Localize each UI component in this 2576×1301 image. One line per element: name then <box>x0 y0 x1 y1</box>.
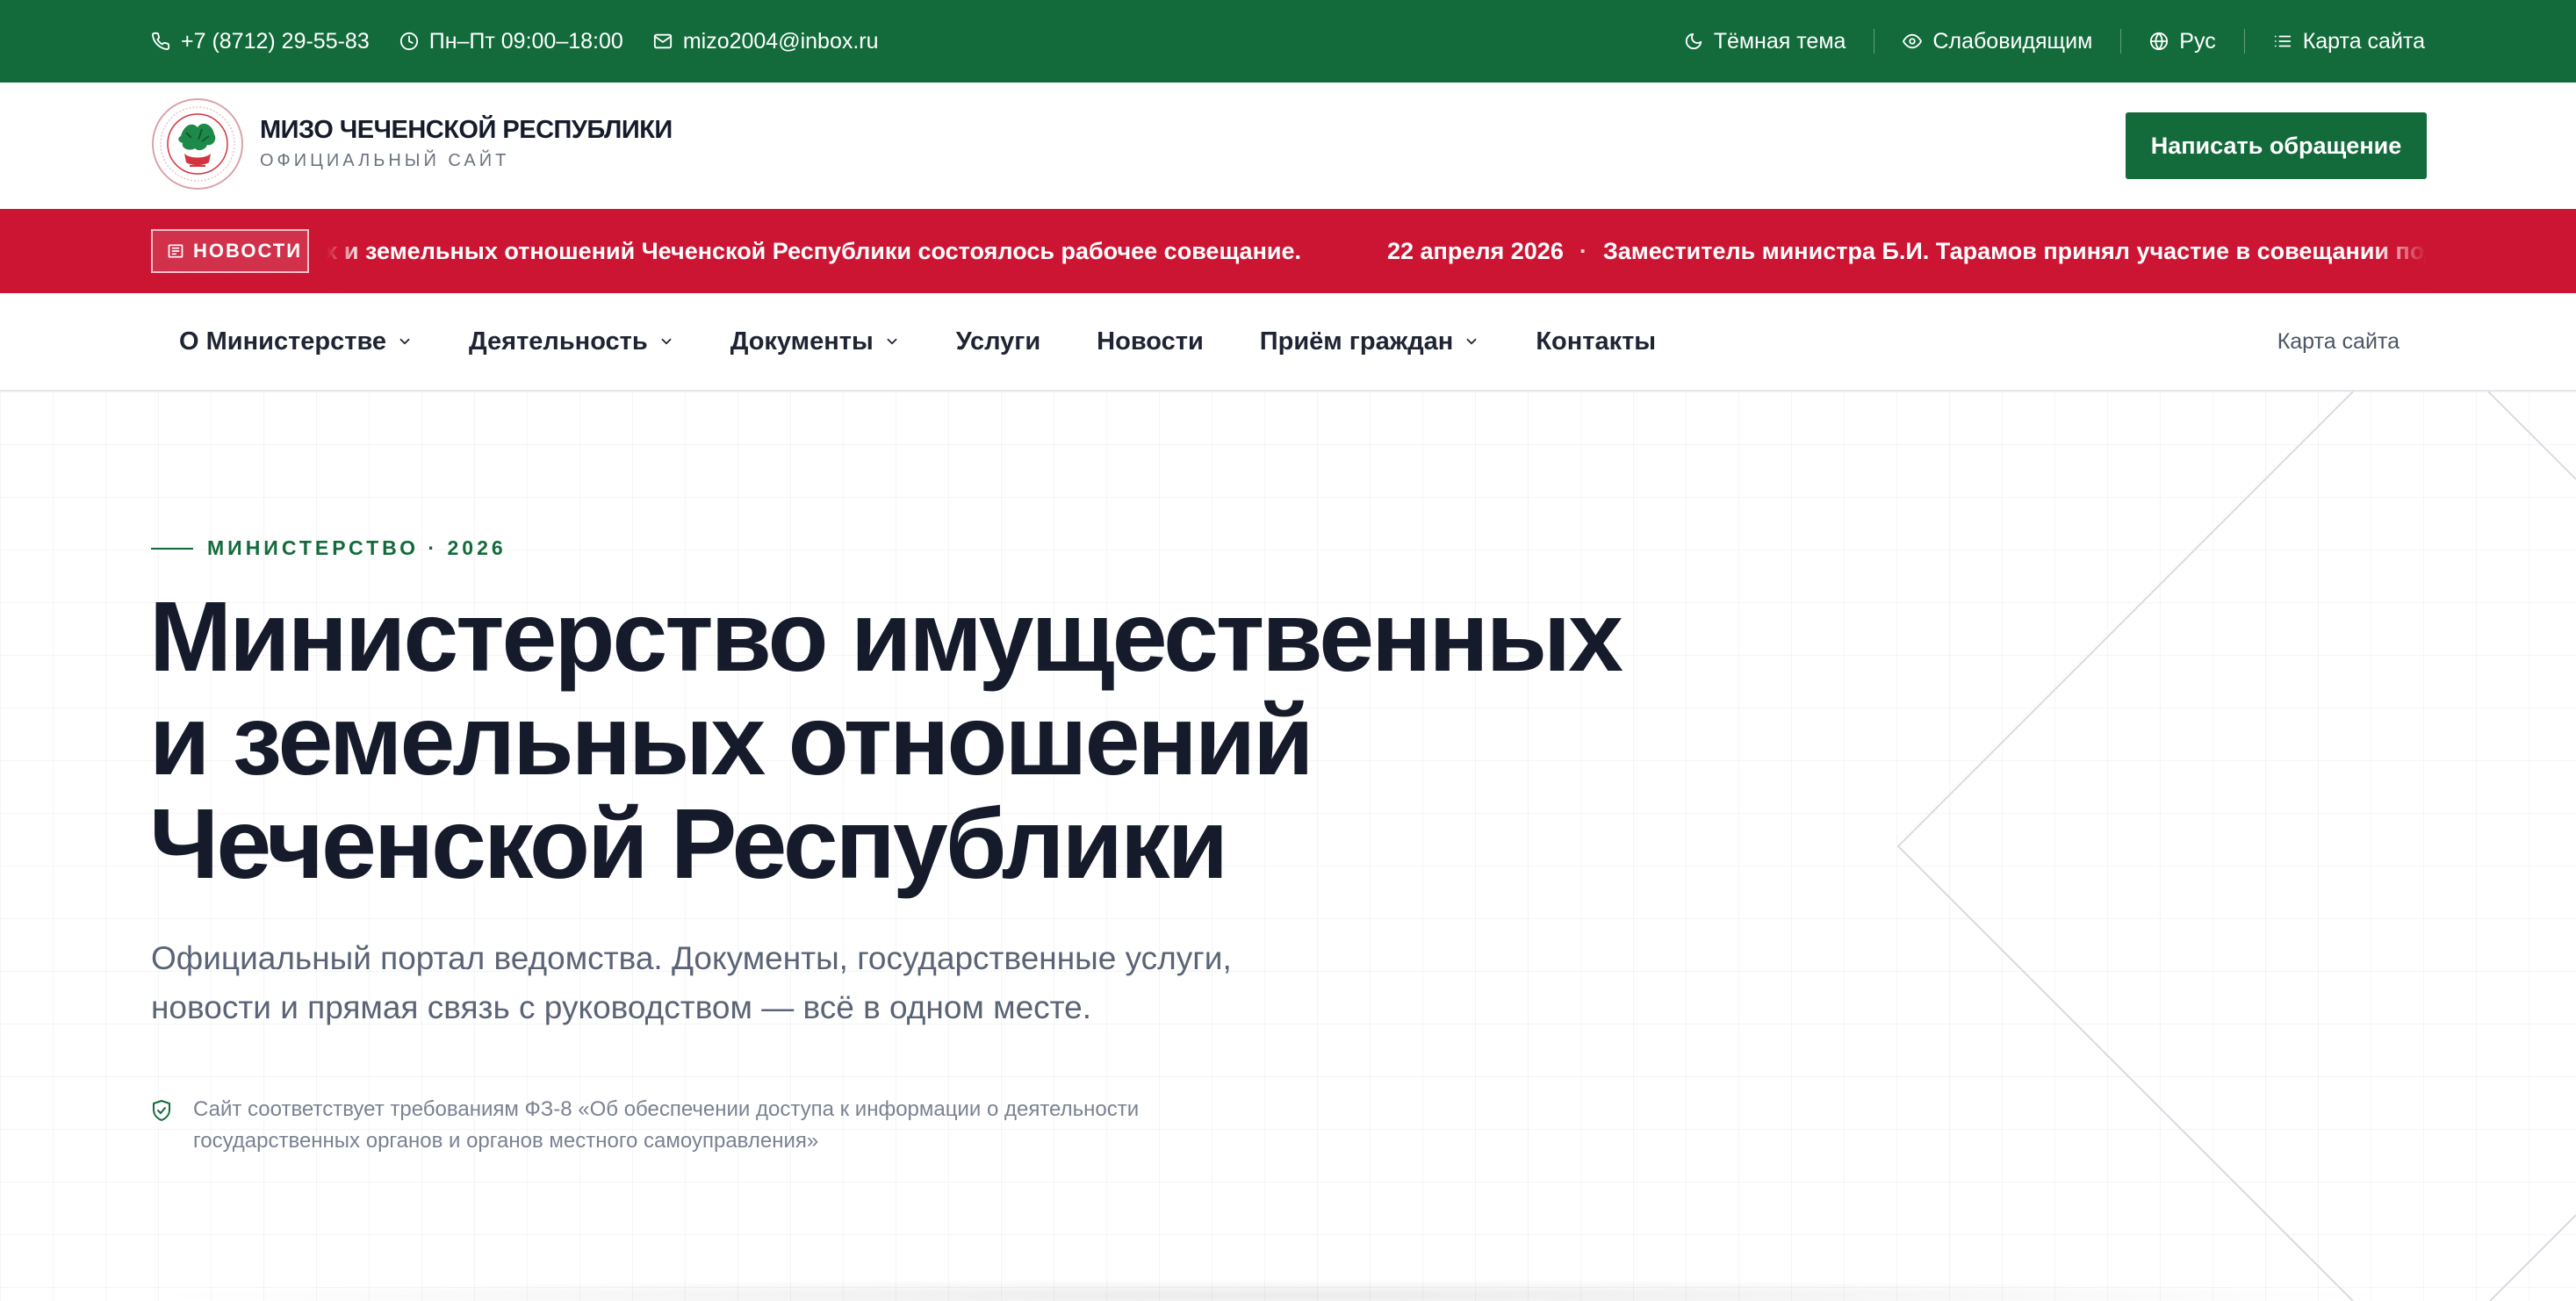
contact-info: +7 (8712) 29-55-83 Пн–Пт 09:00–18:00 miz… <box>151 0 879 83</box>
site-header: МИЗО ЧЕЧЕНСКОЙ РЕСПУБЛИКИ ОФИЦИАЛЬНЫЙ СА… <box>0 83 2576 209</box>
top-bar: +7 (8712) 29-55-83 Пн–Пт 09:00–18:00 miz… <box>0 0 2576 83</box>
hero-title-line: и земельных отношений <box>149 685 1314 795</box>
nav-item-about[interactable]: О Министерстве <box>151 327 441 356</box>
nav-item-activity[interactable]: Деятельность <box>441 327 702 356</box>
working-hours: Пн–Пт 09:00–18:00 <box>399 29 623 54</box>
nav-item-news[interactable]: Новости <box>1069 327 1232 356</box>
dark-theme-toggle[interactable]: Тёмная тема <box>1684 29 1846 54</box>
org-name: МИЗО ЧЕЧЕНСКОЙ РЕСПУБЛИКИ <box>260 116 673 144</box>
sitemap-label: Карта сайта <box>2302 28 2425 54</box>
chevron-down-icon <box>399 338 410 345</box>
utility-links: Тёмная тема Слабовидящим Рус Карта сайта <box>1684 0 2425 83</box>
compliance-line: государственных органов и органов местно… <box>193 1129 819 1153</box>
topbar-sitemap-link[interactable]: Карта сайта <box>2273 29 2425 54</box>
ministry-emblem-logo[interactable] <box>151 97 244 190</box>
phone-text: +7 (8712) 29-55-83 <box>181 28 370 54</box>
hero-section: МИНИСТЕРСТВО · 2026 Министерство имущест… <box>0 392 2576 1301</box>
nav-item-label: Новости <box>1097 327 1204 356</box>
divider <box>2243 29 2245 54</box>
newspaper-icon <box>168 244 183 258</box>
low-vision-toggle[interactable]: Слабовидящим <box>1903 29 2092 54</box>
card-shadow <box>132 1278 2414 1301</box>
news-ticker: НОВОСТИ Министерства имущественных и зем… <box>0 209 2576 293</box>
hero-description: Официальный портал ведомства. Документы,… <box>151 934 1380 1032</box>
nav-item-label: Деятельность <box>469 327 648 356</box>
nav-item-label: Приём граждан <box>1259 327 1454 356</box>
write-appeal-button[interactable]: Написать обращение <box>2126 112 2427 179</box>
ticker-fade-right <box>2374 209 2427 293</box>
low-vision-label: Слабовидящим <box>1932 28 2093 54</box>
phone-icon <box>152 32 170 50</box>
compliance-text: Сайт соответствует требованиям ФЗ-8 «Об … <box>193 1094 1139 1157</box>
list-icon <box>2274 35 2291 47</box>
phone-link[interactable]: +7 (8712) 29-55-83 <box>151 29 370 54</box>
nav-item-label: Документы <box>730 327 874 356</box>
hero-title: Министерство имущественных и земельных о… <box>149 585 1817 895</box>
globe-icon <box>2150 32 2169 51</box>
org-subtitle: ОФИЦИАЛЬНЫЙ САЙТ <box>260 151 510 170</box>
ticker-items: Министерства имущественных и земельных о… <box>327 209 2427 293</box>
hero-title-line: Министерство имущественных <box>149 581 1623 692</box>
main-navigation: О Министерстве Деятельность Документы Ус… <box>0 293 2576 392</box>
hero-description-line: новости и прямая связь с руководством — … <box>151 989 1092 1025</box>
decorative-diamond-lines <box>1896 392 2576 1301</box>
nav-item-label: Контакты <box>1536 327 1657 356</box>
ticker-separator: · <box>1579 237 1587 264</box>
hero-title-line: Чеченской Республики <box>149 788 1228 899</box>
chevron-down-icon <box>1466 338 1477 345</box>
nav-item-documents[interactable]: Документы <box>702 327 928 356</box>
eyebrow-text: МИНИСТЕРСТВО · 2026 <box>207 536 507 559</box>
hours-text: Пн–Пт 09:00–18:00 <box>428 28 623 54</box>
shield-check-icon <box>153 1100 170 1121</box>
ticker-track: Министерства имущественных и земельных о… <box>327 209 2427 293</box>
eye-icon <box>1903 33 1923 49</box>
email-link[interactable]: mizo2004@inbox.ru <box>653 29 879 54</box>
compliance-line: Сайт соответствует требованиям ФЗ-8 «Об … <box>193 1097 1140 1121</box>
nav-item-services[interactable]: Услуги <box>928 327 1069 356</box>
chevron-down-icon <box>887 338 897 345</box>
nav-item-label: Услуги <box>955 327 1041 356</box>
clock-icon <box>399 32 418 51</box>
ticker-fade-left <box>327 209 362 293</box>
ticker-item-date: 22 апреля 2026 <box>1387 237 1564 264</box>
nav-item-label: О Министерстве <box>179 327 387 356</box>
language-label: Рус <box>2179 28 2216 54</box>
moon-icon <box>1685 32 1702 50</box>
nav-sitemap-link[interactable]: Карта сайта <box>2277 293 2400 390</box>
chevron-down-icon <box>661 338 672 345</box>
hero-description-line: Официальный портал ведомства. Документы,… <box>151 940 1232 976</box>
hero-eyebrow: МИНИСТЕРСТВО · 2026 <box>151 536 507 560</box>
language-selector[interactable]: Рус <box>2149 28 2216 54</box>
nav-item-contacts[interactable]: Контакты <box>1507 327 1684 356</box>
news-badge[interactable]: НОВОСТИ <box>151 229 309 273</box>
mail-icon <box>653 33 672 49</box>
compliance-note: Сайт соответствует требованиям ФЗ-8 «Об … <box>151 1094 1292 1157</box>
ticker-item-text[interactable]: Заместитель министра Б.И. Тарамов принял… <box>1603 238 2427 265</box>
email-text: mizo2004@inbox.ru <box>682 28 879 54</box>
dark-theme-label: Тёмная тема <box>1713 28 1846 54</box>
news-badge-label: НОВОСТИ <box>193 240 303 262</box>
ticker-item-text[interactable]: Министерства имущественных и земельных о… <box>327 238 1301 265</box>
nav-item-reception[interactable]: Приём граждан <box>1232 327 1508 356</box>
nav-menu: О Министерстве Деятельность Документы Ус… <box>151 293 1684 390</box>
divider <box>2120 29 2122 54</box>
eyebrow-line <box>151 547 193 550</box>
